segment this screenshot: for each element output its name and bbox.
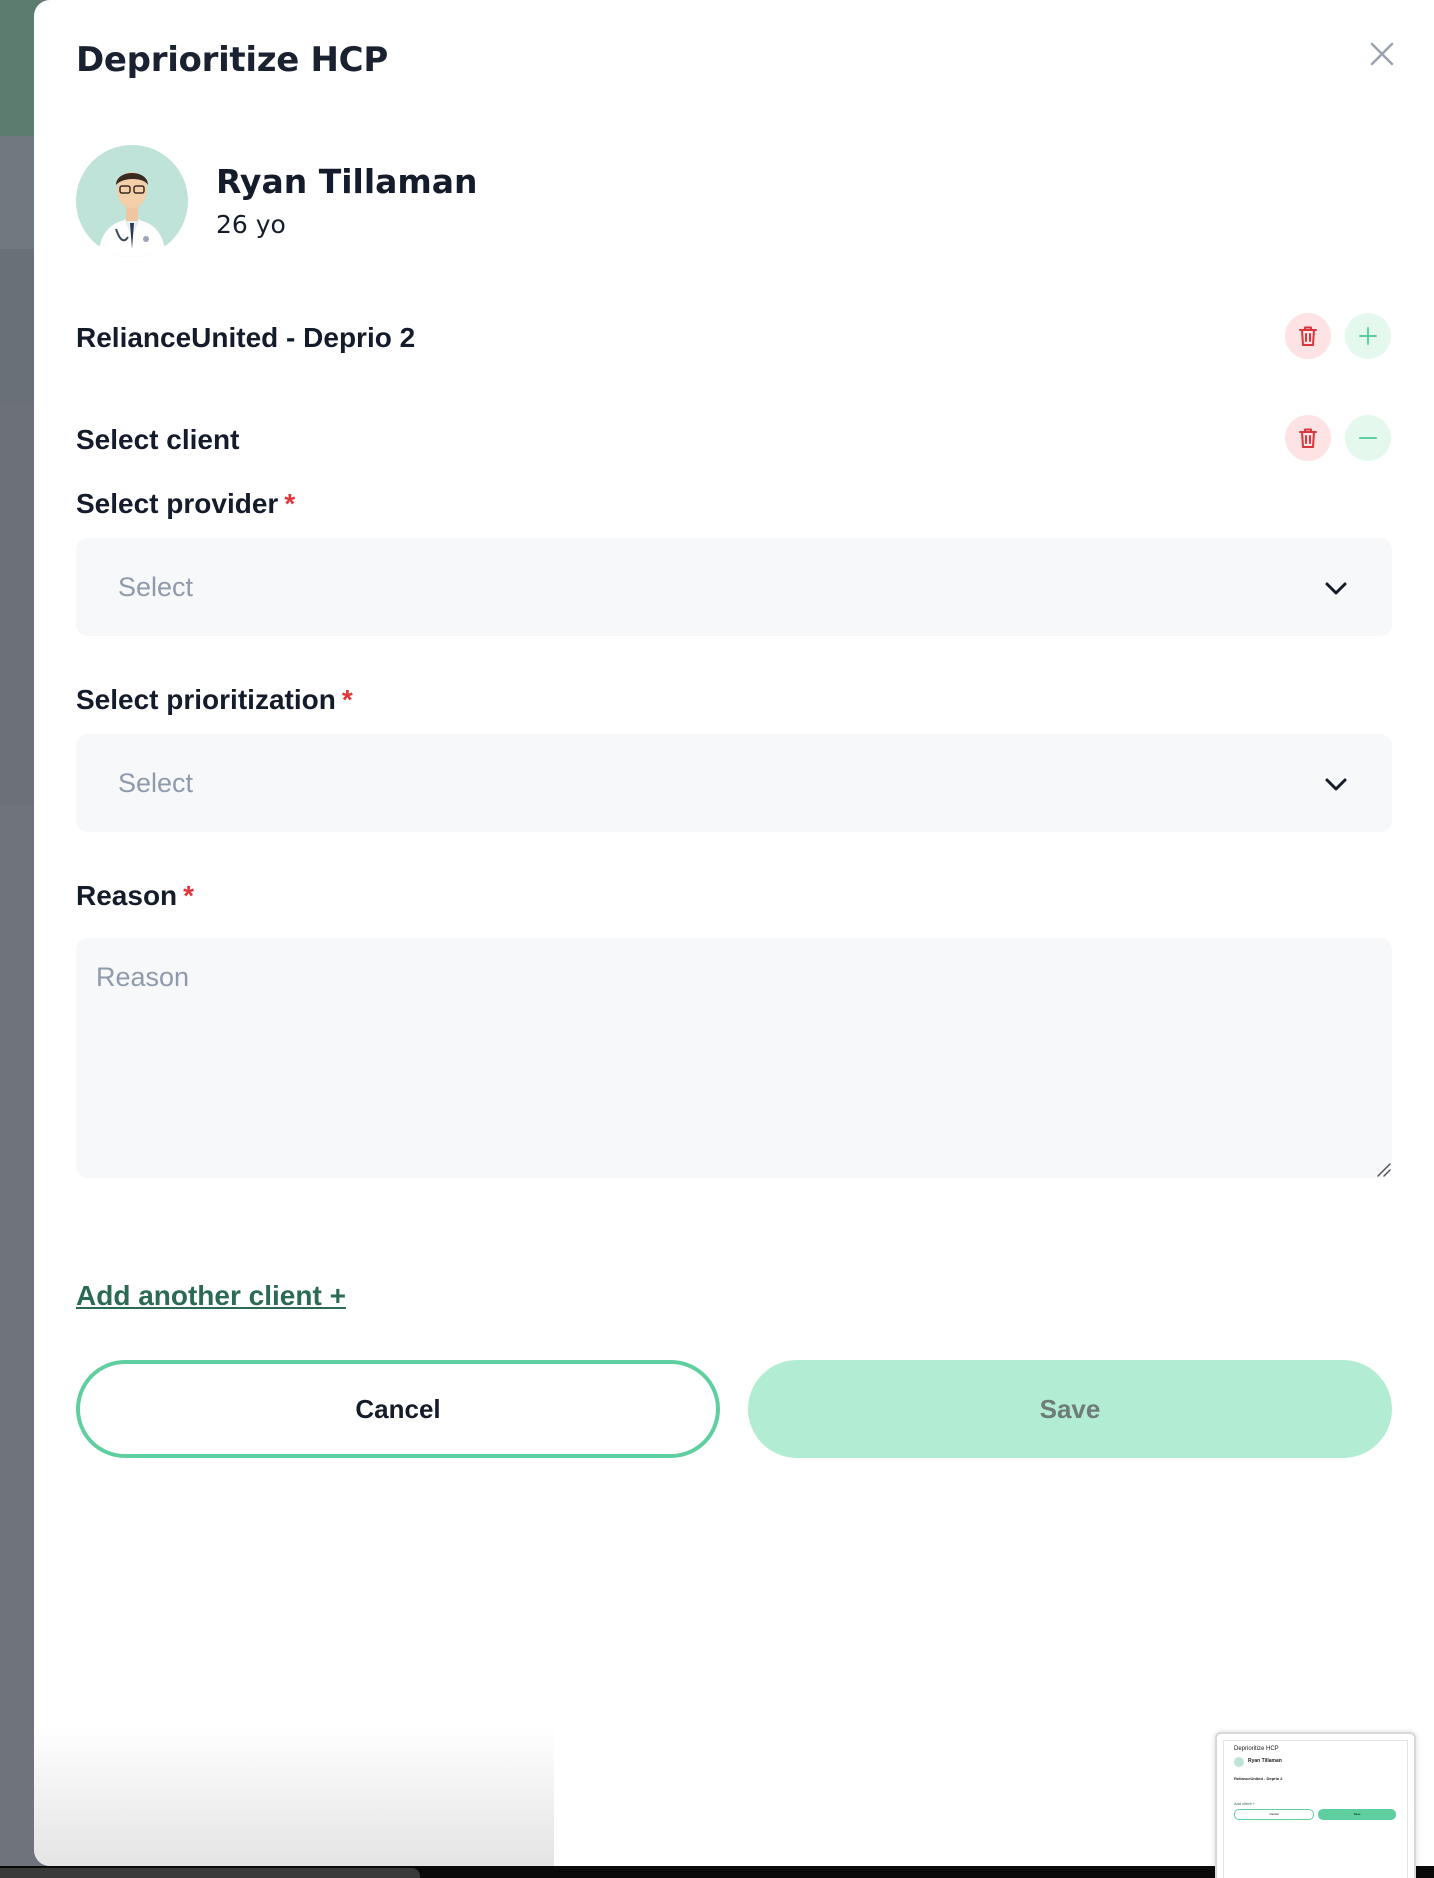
save-button[interactable]: Save [748,1360,1392,1458]
cancel-button[interactable]: Cancel [76,1360,720,1458]
deprioritize-modal: Deprioritize HCP Ryan Tillaman 26 yo Rel… [34,0,1434,1866]
patient-name: Ryan Tillaman [216,162,478,201]
thumbnail-avatar [1234,1757,1244,1767]
close-button[interactable] [1364,36,1400,72]
thumbnail-preview: Deprioritize HCP Ryan Tillaman RelianceU… [1223,1740,1408,1878]
thumbnail-client: RelianceUnited - Deprio 2 [1234,1776,1283,1781]
modal-title: Deprioritize HCP [76,40,388,80]
thumbnail-name: Ryan Tillaman [1248,1758,1282,1764]
plus-icon [1359,327,1377,345]
thumbnail-save: Save [1318,1809,1396,1820]
provider-select[interactable]: Select [76,538,1392,636]
delete-client-button[interactable] [1285,313,1331,359]
resize-grip-icon[interactable] [1374,1160,1392,1178]
reason-label: Reason * [76,880,194,912]
collapse-client-button[interactable] [1345,415,1391,461]
screenshot-thumbnail[interactable]: Deprioritize HCP Ryan Tillaman RelianceU… [1215,1732,1416,1878]
close-icon [1370,42,1394,66]
chevron-down-icon [1325,582,1347,595]
reason-label-text: Reason [76,880,178,911]
minus-icon [1359,437,1377,439]
trash-icon [1299,428,1317,448]
taskbar-pill [0,1868,420,1878]
required-mark: * [341,684,353,715]
required-mark: * [183,880,195,911]
thumbnail-link: Add client + [1234,1801,1256,1806]
thumbnail-title: Deprioritize HCP [1234,1746,1279,1752]
prioritization-label: Select prioritization * [76,684,353,716]
client-block-title: RelianceUnited - Deprio 2 [76,322,416,353]
thumbnail-cancel: Cancel [1234,1809,1314,1820]
trash-icon [1299,326,1317,346]
required-mark: * [284,488,296,519]
prioritization-label-text: Select prioritization [76,684,336,715]
provider-label: Select provider * [76,488,295,520]
doctor-avatar-icon [76,145,188,257]
panel-shadow [34,1726,554,1866]
add-another-client-link[interactable]: Add another client + [76,1280,346,1312]
prioritization-select-placeholder: Select [118,768,194,798]
reason-textarea[interactable] [76,938,1392,1178]
patient-age: 26 yo [216,210,286,239]
provider-select-placeholder: Select [118,572,194,602]
client-block-title: Select client [76,424,240,455]
expand-client-button[interactable] [1345,313,1391,359]
avatar [76,145,188,257]
chevron-down-icon [1325,778,1347,791]
prioritization-select[interactable]: Select [76,734,1392,832]
provider-label-text: Select provider [76,488,279,519]
delete-client-button[interactable] [1285,415,1331,461]
